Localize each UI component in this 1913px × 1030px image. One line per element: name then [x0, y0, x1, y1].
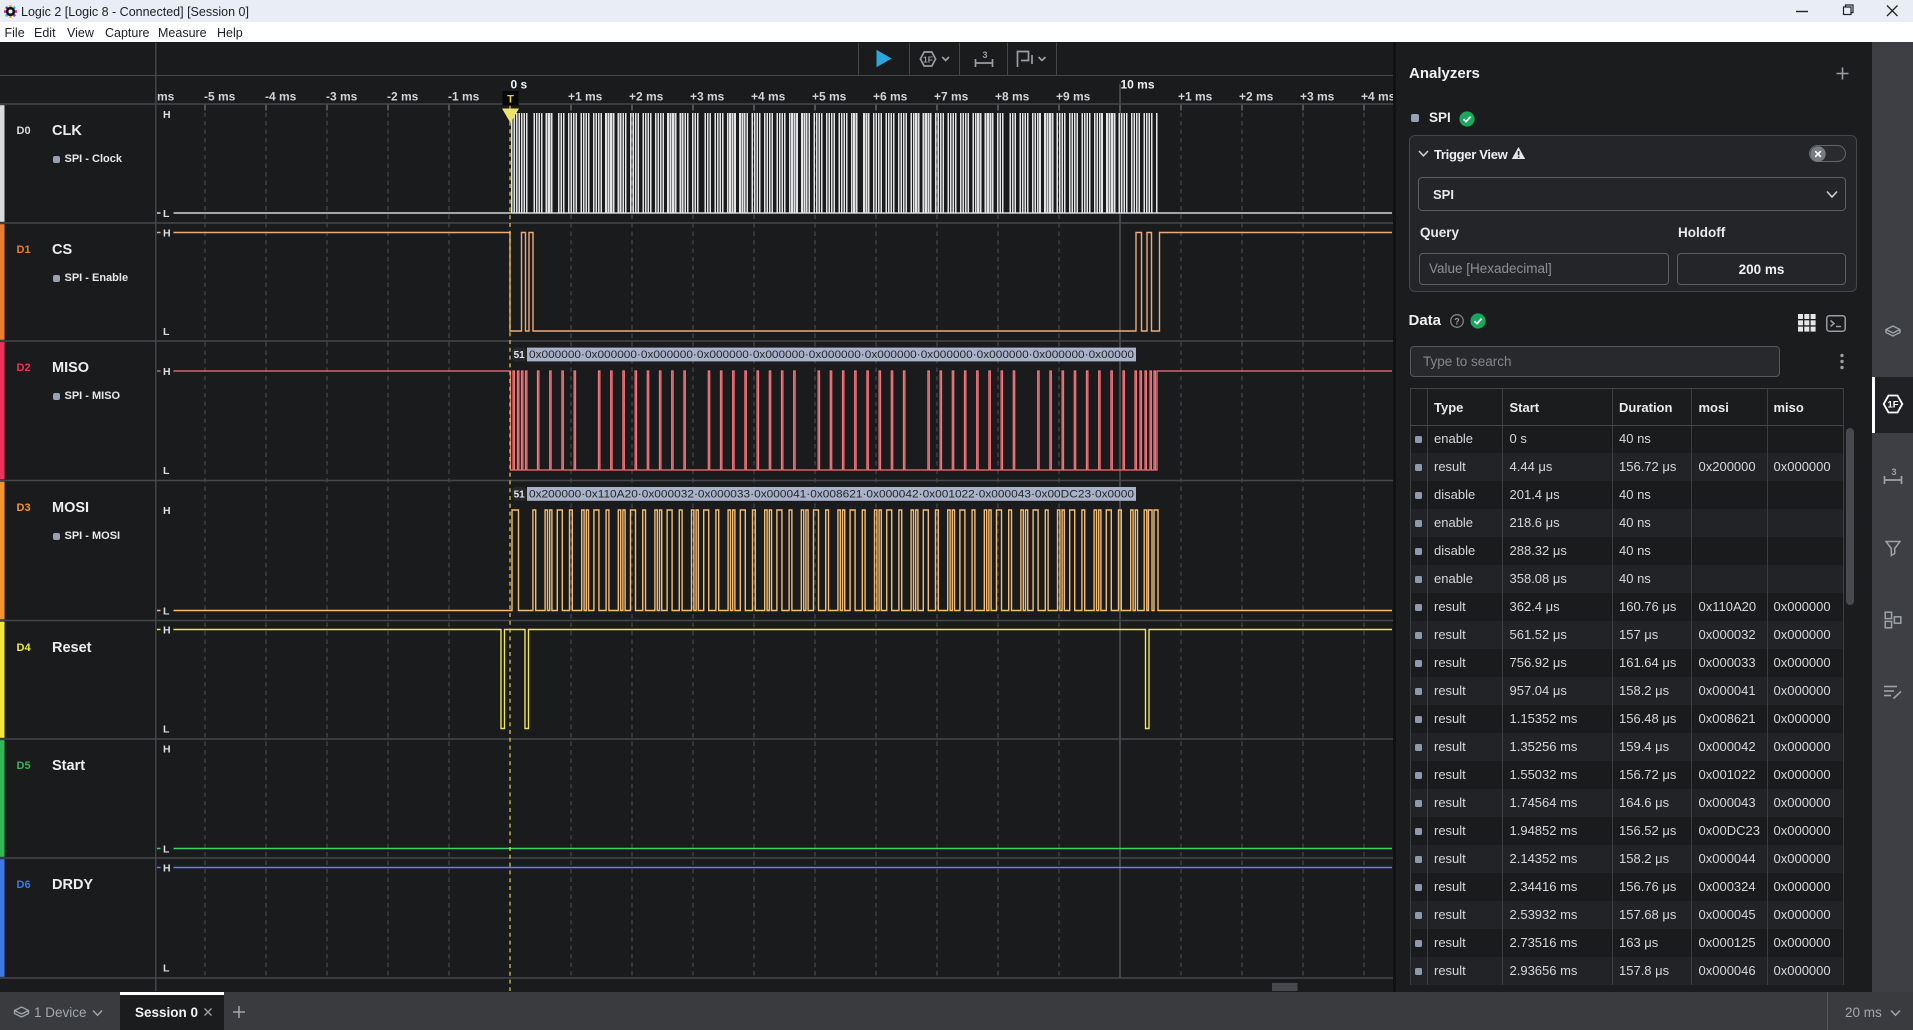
svg-text:L: L — [163, 723, 170, 735]
svg-text:+9 ms: +9 ms — [1056, 90, 1091, 104]
svg-text:L: L — [163, 843, 170, 855]
svg-text:1F: 1F — [1887, 400, 1898, 411]
svg-text:-5 ms: -5 ms — [204, 90, 236, 104]
svg-text:0x000000·0x000000·0x000000·0x0: 0x000000·0x000000·0x000000·0x000000·0x00… — [529, 349, 1134, 361]
svg-text:+4 ms: +4 ms — [1361, 90, 1393, 104]
svg-text:+1 ms: +1 ms — [1178, 90, 1213, 104]
svg-text:L: L — [163, 326, 170, 338]
svg-text:+8 ms: +8 ms — [995, 90, 1030, 104]
svg-text:H: H — [163, 227, 171, 239]
svg-text:-3 ms: -3 ms — [326, 90, 358, 104]
svg-text:+2 ms: +2 ms — [629, 90, 664, 104]
svg-text:H: H — [163, 109, 171, 121]
svg-text:-4 ms: -4 ms — [265, 90, 297, 104]
svg-text:T: T — [507, 94, 514, 106]
svg-text:0 s: 0 s — [511, 78, 528, 92]
svg-text:3: 3 — [1891, 467, 1896, 477]
svg-text:10 ms: 10 ms — [1121, 78, 1155, 92]
svg-text:-2 ms: -2 ms — [387, 90, 419, 104]
svg-text:3: 3 — [982, 50, 987, 60]
svg-text:H: H — [163, 862, 171, 874]
svg-text:L: L — [163, 208, 170, 220]
svg-text:H: H — [163, 624, 171, 636]
svg-text:+3 ms: +3 ms — [690, 90, 725, 104]
svg-text:+3 ms: +3 ms — [1300, 90, 1335, 104]
svg-text:+4 ms: +4 ms — [751, 90, 786, 104]
svg-text:+2 ms: +2 ms — [1239, 90, 1274, 104]
svg-text:H: H — [163, 743, 171, 755]
svg-text:-1 ms: -1 ms — [448, 90, 480, 104]
svg-text:?: ? — [1454, 316, 1460, 326]
svg-text:51: 51 — [514, 350, 526, 361]
svg-text:+7 ms: +7 ms — [934, 90, 969, 104]
svg-text:L: L — [163, 465, 170, 477]
svg-text:L: L — [163, 962, 170, 974]
svg-text:+6 ms: +6 ms — [873, 90, 908, 104]
svg-text:L: L — [163, 605, 170, 617]
svg-text:1F: 1F — [923, 54, 933, 64]
svg-text:H: H — [163, 366, 171, 378]
svg-text:51: 51 — [514, 490, 526, 501]
svg-text:H: H — [163, 505, 171, 517]
svg-text:0x200000·0x110A20·0x000032·0x0: 0x200000·0x110A20·0x000032·0x000033·0x00… — [529, 489, 1134, 501]
svg-text:+5 ms: +5 ms — [812, 90, 847, 104]
svg-text:+1 ms: +1 ms — [568, 90, 603, 104]
